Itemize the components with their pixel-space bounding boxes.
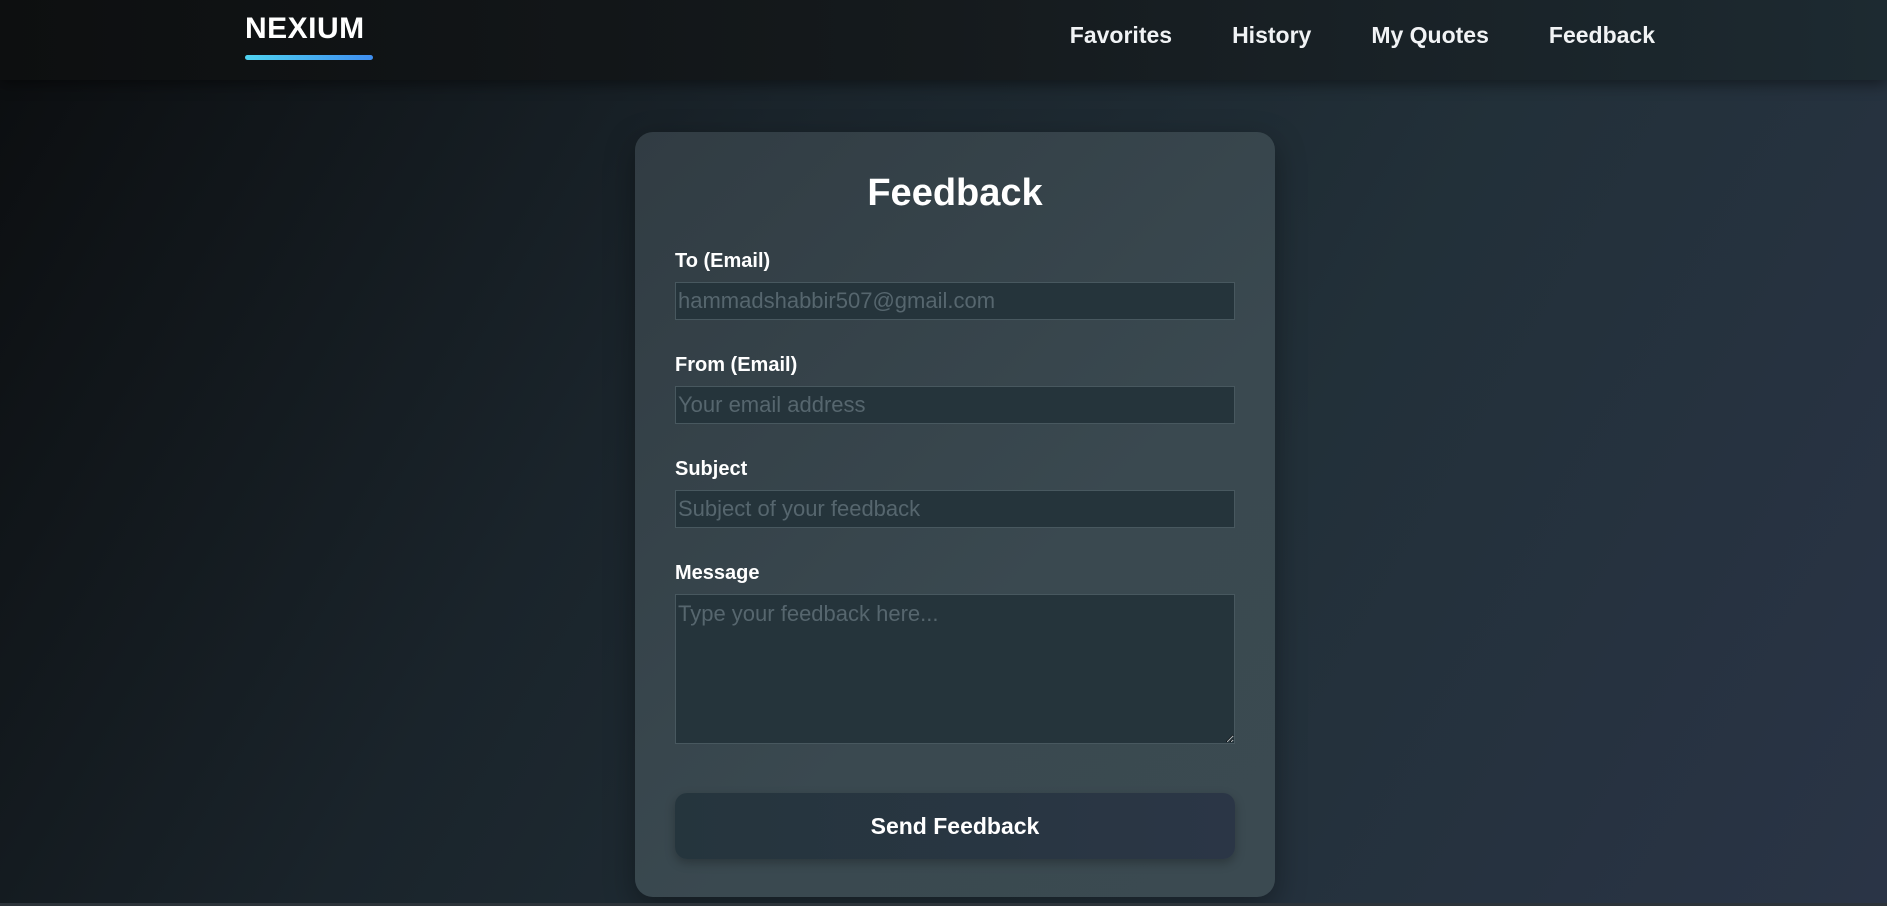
subject-label: Subject — [675, 458, 748, 480]
feedback-card: Feedback To (Email) From (Email) Subject… — [635, 132, 1275, 897]
nav-item-feedback[interactable]: Feedback — [1549, 22, 1655, 49]
to-email-field[interactable] — [675, 282, 1235, 320]
brand-logo[interactable]: NEXIUM — [245, 12, 365, 46]
message-textarea[interactable] — [675, 594, 1235, 744]
top-navbar: NEXIUM Favorites History My Quotes Feedb… — [0, 0, 1887, 80]
from-email-field[interactable] — [675, 386, 1235, 424]
message-label: Message — [675, 562, 760, 584]
nav-item-favorites[interactable]: Favorites — [1070, 22, 1172, 49]
brand-logo-underline — [245, 55, 373, 60]
nav-item-history[interactable]: History — [1232, 22, 1311, 49]
nav-links: Favorites History My Quotes Feedback — [1070, 22, 1655, 49]
to-email-label: To (Email) — [675, 250, 771, 272]
from-email-label: From (Email) — [675, 354, 798, 376]
nav-item-my-quotes[interactable]: My Quotes — [1371, 22, 1489, 49]
subject-field[interactable] — [675, 490, 1235, 528]
page-title: Feedback — [867, 172, 1043, 214]
send-feedback-button[interactable]: Send Feedback — [675, 793, 1235, 859]
